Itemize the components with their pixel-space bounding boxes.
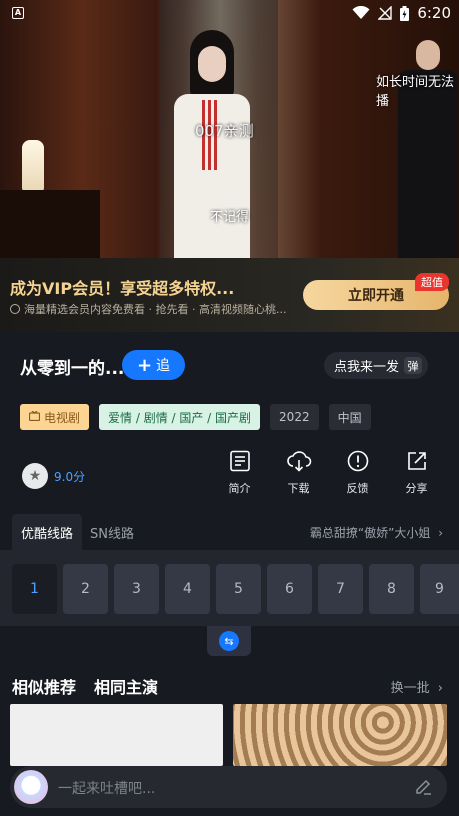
vip-subtitle-text: 海量精选会员内容免费看 · 抢先看 · 高清视频随心桃...	[24, 303, 287, 316]
episode-button-5[interactable]: 5	[216, 564, 261, 614]
download-label: 下载	[287, 482, 310, 495]
status-time: 6:20	[417, 4, 451, 22]
refresh-button[interactable]: 换一批 ›	[391, 677, 443, 696]
detail-panel: 从零到一的... + 追 点我来一发 弹 电视剧 爱情 / 剧情 / 国产 / …	[0, 332, 459, 816]
value-badge: 超值	[415, 273, 449, 291]
avatar	[14, 770, 48, 804]
episode-button-6[interactable]: 6	[267, 564, 312, 614]
episode-button-9[interactable]: 9	[420, 564, 459, 614]
tag-genre[interactable]: 爱情 / 剧情 / 国产 / 国产剧	[99, 404, 261, 430]
pen-icon[interactable]	[413, 776, 433, 800]
expand-toggle[interactable]: ⇆	[207, 626, 251, 656]
vip-title: 成为VIP会员！享受超多特权...	[10, 279, 235, 298]
comment-input[interactable]: 一起来吐槽吧...	[58, 778, 155, 798]
download-action[interactable]: 下载	[269, 450, 328, 496]
share-action[interactable]: 分享	[387, 450, 446, 496]
intro-label: 简介	[228, 482, 251, 495]
follow-button[interactable]: + 追	[122, 350, 185, 380]
comment-bar[interactable]: 一起来吐槽吧...	[10, 766, 447, 808]
tag-region[interactable]: 中国	[328, 404, 371, 430]
tab-similar[interactable]: 相似推荐	[12, 674, 76, 698]
tag-category-label: 电视剧	[44, 410, 81, 425]
share-label: 分享	[405, 482, 428, 495]
chevron-right-icon: ›	[438, 526, 443, 540]
danmu-icon: 弹	[404, 357, 422, 374]
video-hint-text: 如长时间无法播	[376, 75, 455, 109]
tag-year[interactable]: 2022	[270, 404, 319, 430]
cloud-download-icon	[286, 450, 312, 472]
show-title: 从零到一的...	[20, 359, 125, 379]
clock-icon	[10, 304, 20, 314]
rating[interactable]: ★ 9.0分	[22, 463, 85, 489]
tag-list: 电视剧 爱情 / 剧情 / 国产 / 国产剧 2022 中国	[20, 404, 371, 430]
follow-label: 追	[156, 358, 171, 374]
status-bar: A 6:20	[0, 0, 459, 26]
app-root: 如长时间无法播 007亲测 不记得 A 6:20 成为VIP会员！享受超多特权.…	[0, 0, 459, 816]
star-icon: ★	[22, 463, 48, 489]
danmu-input-button[interactable]: 点我来一发 弹	[324, 352, 428, 379]
vip-banner[interactable]: 成为VIP会员！享受超多特权... 海量精选会员内容免费看 · 抢先看 · 高清…	[0, 258, 459, 332]
chevron-right-icon: ›	[437, 681, 443, 696]
feedback-action[interactable]: 反馈	[328, 450, 387, 496]
tab-same-actor[interactable]: 相同主演	[94, 674, 158, 698]
video-scene-lamp	[22, 140, 44, 192]
recommend-thumbnail[interactable]	[10, 704, 223, 766]
rating-score: 9.0分	[54, 469, 86, 484]
episode-button-3[interactable]: 3	[114, 564, 159, 614]
tv-icon	[28, 410, 41, 424]
route-tab-sn[interactable]: SN线路	[90, 514, 134, 550]
route-tab-youku[interactable]: 优酷线路	[12, 514, 82, 550]
episode-button-8[interactable]: 8	[369, 564, 414, 614]
episode-button-7[interactable]: 7	[318, 564, 363, 614]
action-bar: 简介 下载 反馈 分享	[210, 450, 446, 496]
vip-subtitle: 海量精选会员内容免费看 · 抢先看 · 高清视频随心桃...	[10, 301, 286, 317]
app-notification-icon: A	[12, 7, 24, 19]
recommend-thumbnail[interactable]	[233, 704, 447, 766]
battery-icon	[400, 5, 410, 21]
share-icon	[406, 450, 428, 472]
episode-button-1[interactable]: 1	[12, 564, 57, 614]
plus-icon: +	[136, 354, 153, 376]
tag-category[interactable]: 电视剧	[20, 404, 90, 430]
feedback-label: 反馈	[346, 482, 369, 495]
episode-button-2[interactable]: 2	[63, 564, 108, 614]
episode-list: 1 2 3 4 5 6 7 8 9	[0, 550, 459, 626]
danmu-label: 点我来一发	[334, 360, 400, 375]
video-watermark-text: 007亲测	[195, 122, 254, 140]
recommend-tabs: 相似推荐 相同主演	[12, 674, 158, 698]
video-player[interactable]: 如长时间无法播 007亲测 不记得 A 6:20	[0, 0, 459, 258]
info-list-icon	[229, 450, 251, 472]
episode-description-link[interactable]: 霸总甜撩“傲娇”大小姐 ›	[310, 524, 443, 541]
alert-icon	[347, 450, 369, 472]
swap-arrows-icon: ⇆	[219, 631, 239, 651]
intro-action[interactable]: 简介	[210, 450, 269, 496]
episode-button-4[interactable]: 4	[165, 564, 210, 614]
video-subtitle: 不记得	[210, 210, 250, 225]
episode-description: 霸总甜撩“傲娇”大小姐	[309, 526, 431, 540]
wifi-icon	[352, 6, 370, 20]
video-scene-table	[0, 190, 100, 258]
refresh-label: 换一批	[390, 681, 430, 696]
no-signal-icon	[378, 6, 393, 20]
